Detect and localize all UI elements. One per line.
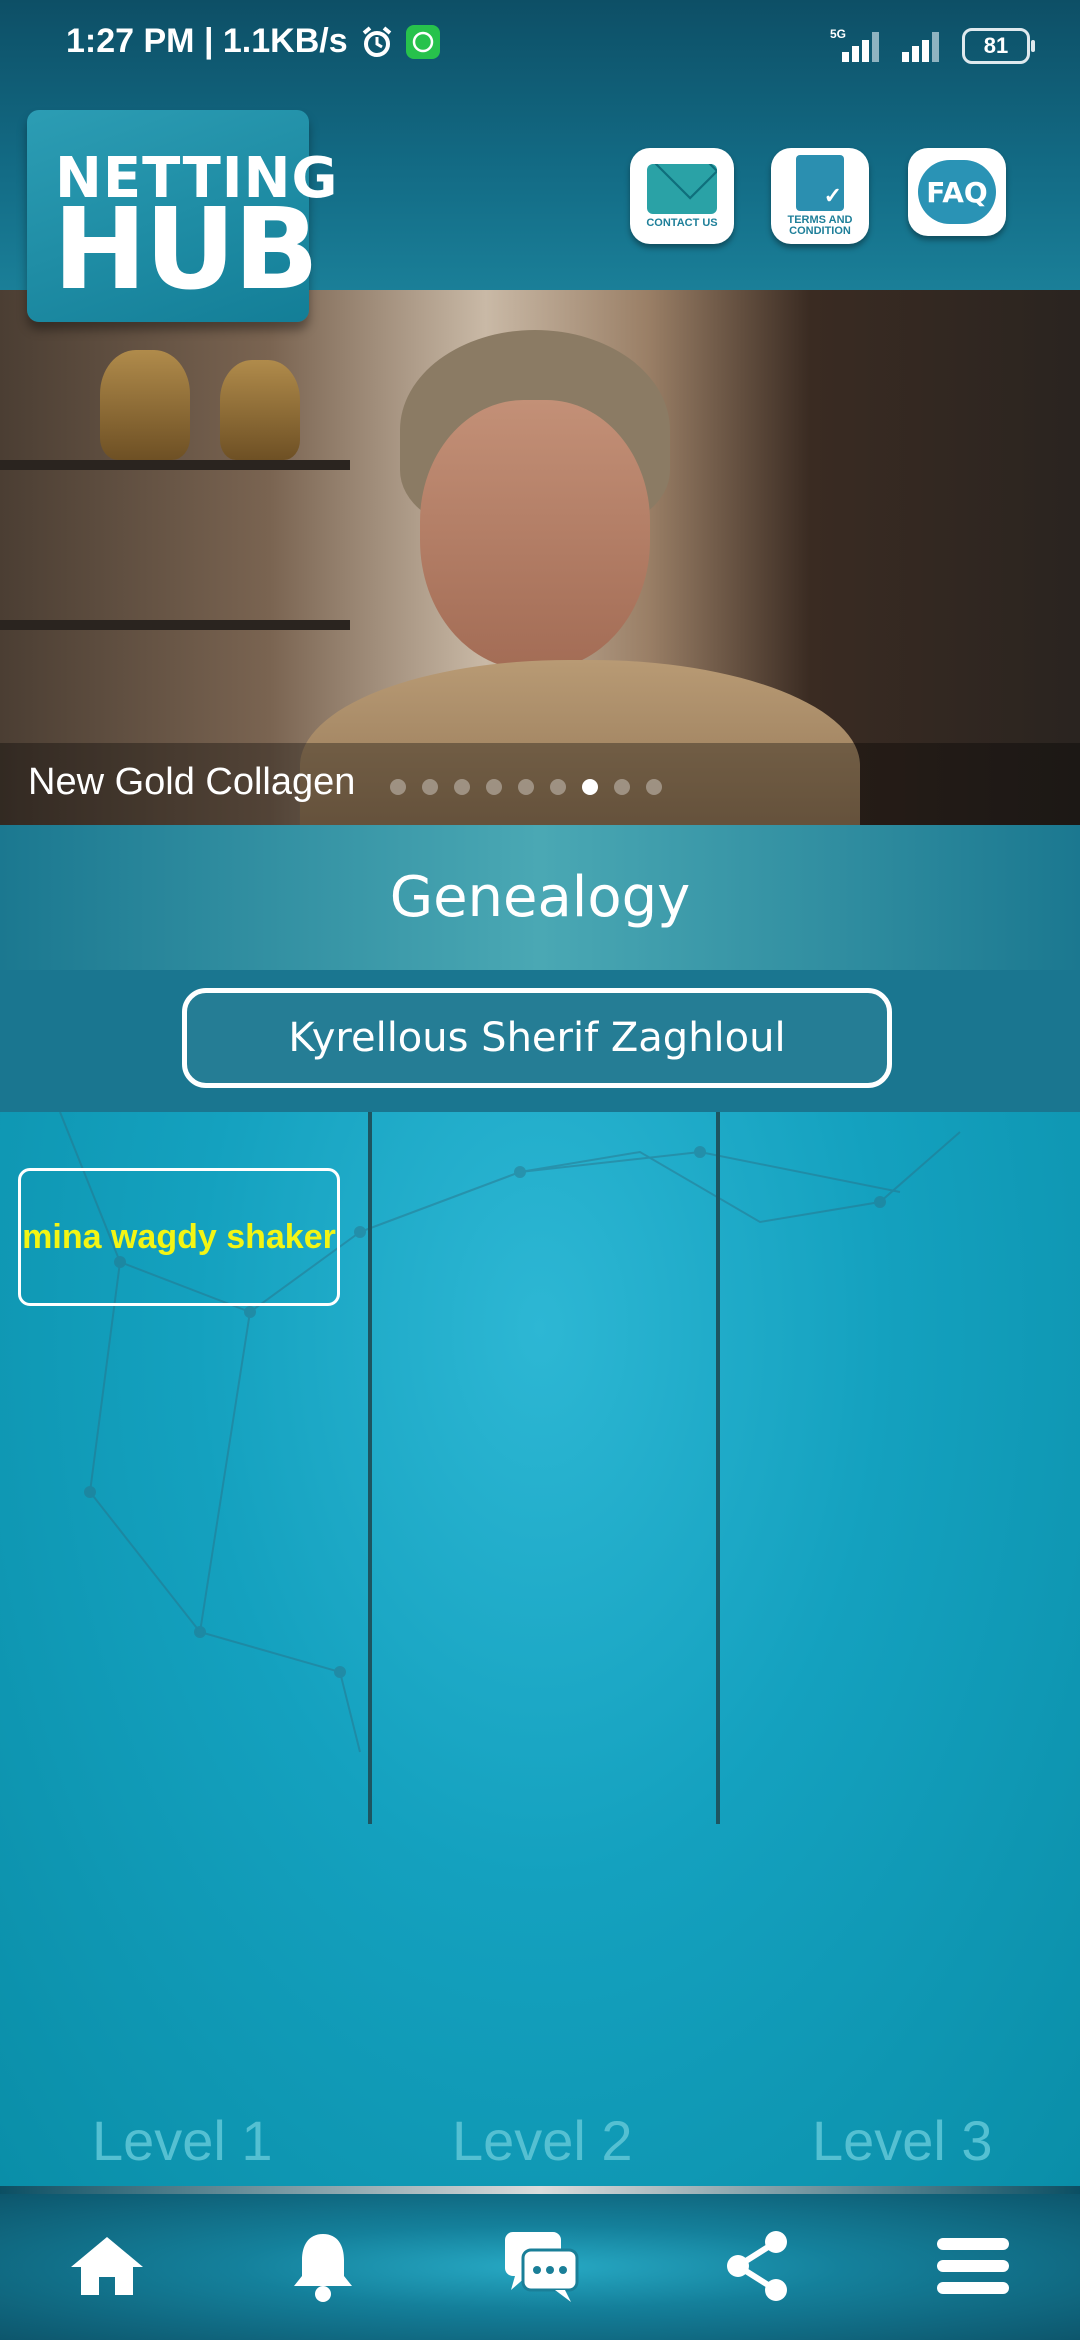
faq-button[interactable]: FAQ [908, 148, 1006, 236]
notifications-button[interactable] [278, 2224, 368, 2308]
menu-icon [937, 2238, 1009, 2294]
signal-icon: 5G [830, 28, 879, 62]
banner-caption: New Gold Collagen [28, 761, 356, 803]
menu-button[interactable] [928, 2224, 1018, 2308]
bell-icon [294, 2234, 352, 2302]
netting-hub-logo: NETTING HUB [27, 110, 337, 322]
page-title: Genealogy [389, 865, 691, 930]
banner-caption-bar: New Gold Collagen [0, 743, 1080, 825]
share-icon [727, 2231, 787, 2301]
banner-image [420, 400, 650, 670]
envelope-icon [647, 163, 717, 214]
promo-banner[interactable]: New Gold Collagen [0, 290, 1080, 825]
genealogy-tree: mina wagdy shaker [0, 1112, 1080, 2192]
level-divider [368, 1112, 372, 1824]
carousel-dot[interactable] [550, 779, 566, 795]
bottom-navigation [0, 2194, 1080, 2340]
child-member-node[interactable]: mina wagdy shaker [18, 1168, 340, 1306]
carousel-dot-active[interactable] [582, 779, 598, 795]
terms-button[interactable]: TERMS AND CONDITION [771, 148, 869, 244]
carousel-dot[interactable] [486, 779, 502, 795]
carousel-dot[interactable] [614, 779, 630, 795]
battery-indicator: 81 [962, 28, 1035, 64]
home-icon [71, 2237, 143, 2295]
carousel-dot[interactable] [390, 779, 406, 795]
status-time: 1:27 PM | 1.1KB/s [66, 22, 348, 60]
root-member-node[interactable]: Kyrellous Sherif Zaghloul [182, 988, 892, 1088]
signal-icon-2 [902, 32, 939, 62]
level-label-2: Level 2 [452, 2109, 633, 2172]
carousel-dot[interactable] [454, 779, 470, 795]
carousel-dots [390, 779, 662, 795]
level-label-1: Level 1 [92, 2109, 273, 2172]
whatsapp-icon [405, 24, 440, 59]
contact-us-button[interactable]: CONTACT US [630, 148, 734, 244]
carousel-dot[interactable] [422, 779, 438, 795]
chat-icon [505, 2232, 579, 2302]
status-bar: 1:27 PM | 1.1KB/s 5G 81 [0, 0, 1080, 95]
carousel-dot[interactable] [646, 779, 662, 795]
alarm-icon [360, 25, 394, 59]
faq-icon: FAQ [918, 160, 996, 224]
svg-text:5G: 5G [830, 28, 846, 41]
level-divider [716, 1112, 720, 1824]
nav-divider [0, 2186, 1080, 2194]
home-button[interactable] [62, 2224, 152, 2308]
genealogy-header: Genealogy [0, 825, 1080, 970]
document-check-icon [796, 155, 844, 211]
chat-button[interactable] [496, 2224, 586, 2308]
share-button[interactable] [712, 2224, 802, 2308]
carousel-dot[interactable] [518, 779, 534, 795]
level-label-3: Level 3 [812, 2109, 993, 2172]
